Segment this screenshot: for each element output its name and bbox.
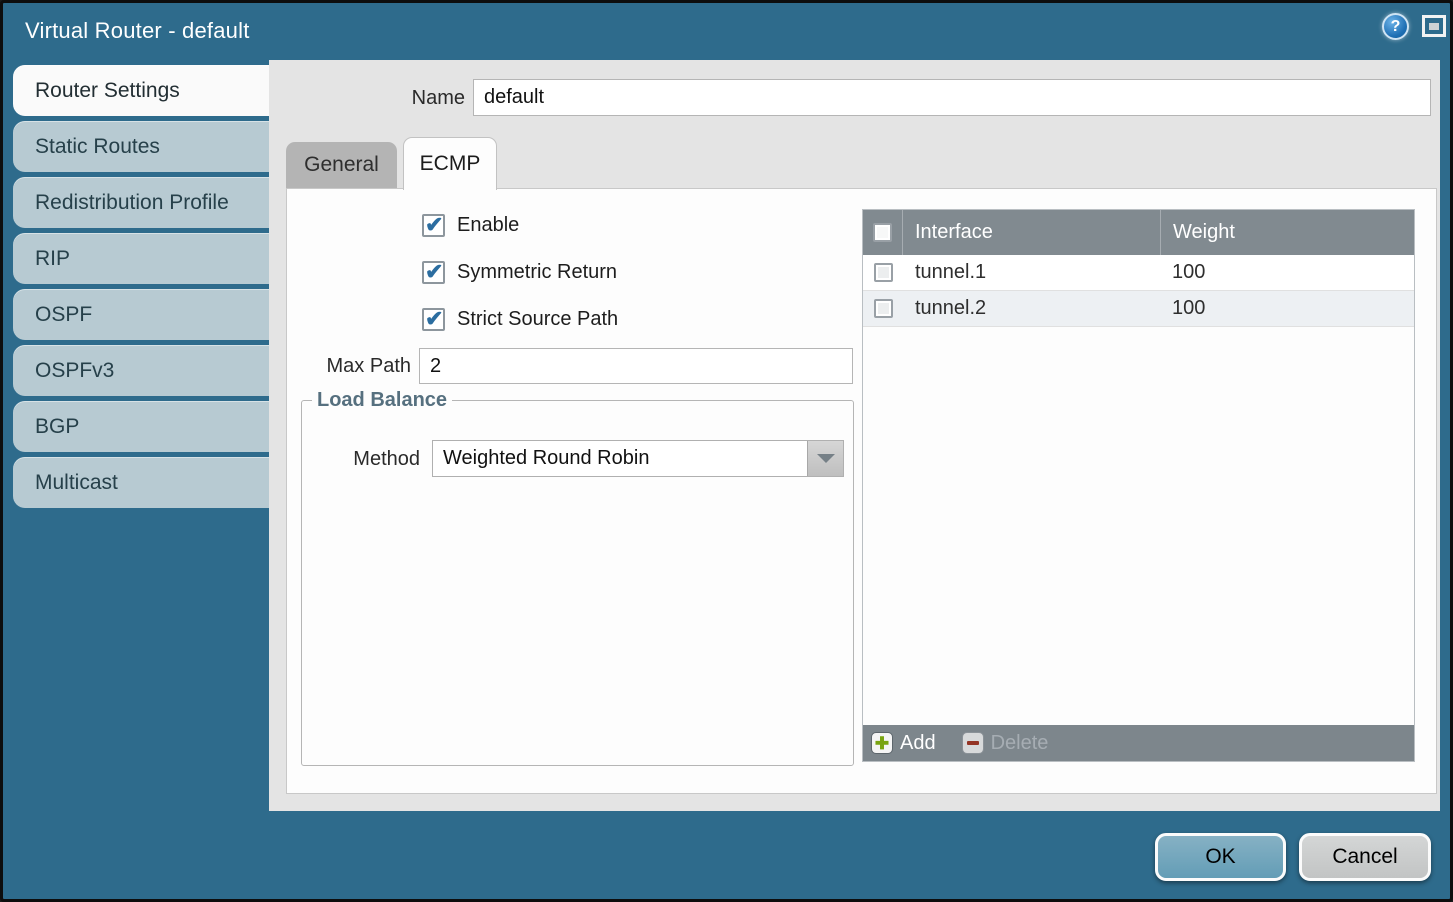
- sidebar-item-ospfv3[interactable]: OSPFv3: [13, 345, 269, 396]
- cancel-button[interactable]: Cancel: [1299, 833, 1431, 881]
- name-input[interactable]: [473, 79, 1431, 116]
- strict-source-path-row: Strict Source Path: [422, 308, 618, 331]
- method-dropdown-button[interactable]: [807, 441, 843, 476]
- interface-column-header[interactable]: Interface: [903, 210, 1160, 255]
- strict-source-path-label: Strict Source Path: [457, 308, 618, 331]
- row-checkbox-cell: [863, 291, 903, 326]
- plus-icon: ✚: [871, 732, 893, 754]
- interface-cell[interactable]: tunnel.2: [903, 291, 1160, 326]
- sidebar-item-redistribution-profile[interactable]: Redistribution Profile: [13, 177, 269, 228]
- sidebar-item-rip[interactable]: RIP: [13, 233, 269, 284]
- help-icon[interactable]: ?: [1382, 13, 1409, 40]
- ok-button[interactable]: OK: [1155, 833, 1286, 881]
- tab-general[interactable]: General: [286, 142, 397, 188]
- symmetric-return-label: Symmetric Return: [457, 261, 617, 284]
- sidebar: Router Settings Static Routes Redistribu…: [3, 65, 269, 513]
- table-row[interactable]: tunnel.2 100: [863, 291, 1414, 327]
- row-checkbox-cell: [863, 255, 903, 290]
- add-button[interactable]: ✚ Add: [871, 732, 936, 755]
- table-empty-area: [863, 327, 1414, 725]
- symmetric-return-row: Symmetric Return: [422, 261, 617, 284]
- method-value: Weighted Round Robin: [443, 447, 649, 470]
- symmetric-return-checkbox[interactable]: [422, 261, 445, 284]
- minus-icon: [962, 732, 984, 754]
- max-path-label: Max Path: [311, 355, 411, 378]
- table-row[interactable]: tunnel.1 100: [863, 255, 1414, 291]
- delete-button[interactable]: Delete: [962, 732, 1049, 755]
- table-header: Interface Weight: [863, 210, 1414, 255]
- table-footer: ✚ Add Delete: [863, 725, 1414, 761]
- titlebar: Virtual Router - default ?: [3, 3, 1450, 60]
- weight-cell[interactable]: 100: [1160, 291, 1414, 326]
- enable-row: Enable: [422, 214, 519, 237]
- enable-label: Enable: [457, 214, 519, 237]
- interface-table: Interface Weight tunnel.1 100 tunnel.2 1…: [862, 209, 1415, 762]
- name-label: Name: [373, 87, 465, 110]
- weight-column-header[interactable]: Weight: [1160, 210, 1414, 255]
- weight-cell[interactable]: 100: [1160, 255, 1414, 290]
- restore-window-icon[interactable]: [1422, 15, 1446, 37]
- load-balance-legend: Load Balance: [312, 389, 452, 412]
- strict-source-path-checkbox[interactable]: [422, 308, 445, 331]
- method-label: Method: [302, 448, 420, 471]
- max-path-input[interactable]: [419, 348, 853, 384]
- sidebar-item-router-settings[interactable]: Router Settings: [13, 65, 269, 116]
- virtual-router-dialog: Virtual Router - default ? Router Settin…: [0, 0, 1453, 902]
- load-balance-group: Load Balance Method Weighted Round Robin: [301, 389, 854, 766]
- sidebar-item-ospf[interactable]: OSPF: [13, 289, 269, 340]
- ecmp-tab-panel: Enable Symmetric Return Strict Source Pa…: [286, 188, 1437, 794]
- delete-button-label: Delete: [991, 732, 1049, 755]
- sidebar-item-multicast[interactable]: Multicast: [13, 457, 269, 508]
- sidebar-item-static-routes[interactable]: Static Routes: [13, 121, 269, 172]
- select-all-cell: [863, 210, 903, 255]
- row-checkbox[interactable]: [874, 299, 893, 318]
- select-all-checkbox[interactable]: [873, 223, 892, 242]
- restore-window-icon-inner: [1429, 23, 1439, 30]
- tab-ecmp[interactable]: ECMP: [403, 137, 497, 190]
- add-button-label: Add: [900, 732, 936, 755]
- chevron-down-icon: [817, 454, 835, 463]
- enable-checkbox[interactable]: [422, 214, 445, 237]
- method-dropdown[interactable]: Weighted Round Robin: [432, 440, 844, 477]
- dialog-title: Virtual Router - default: [25, 18, 250, 44]
- main-content: Name General ECMP Enable Symmetric Retur…: [269, 60, 1440, 811]
- interface-cell[interactable]: tunnel.1: [903, 255, 1160, 290]
- row-checkbox[interactable]: [874, 263, 893, 282]
- sidebar-item-bgp[interactable]: BGP: [13, 401, 269, 452]
